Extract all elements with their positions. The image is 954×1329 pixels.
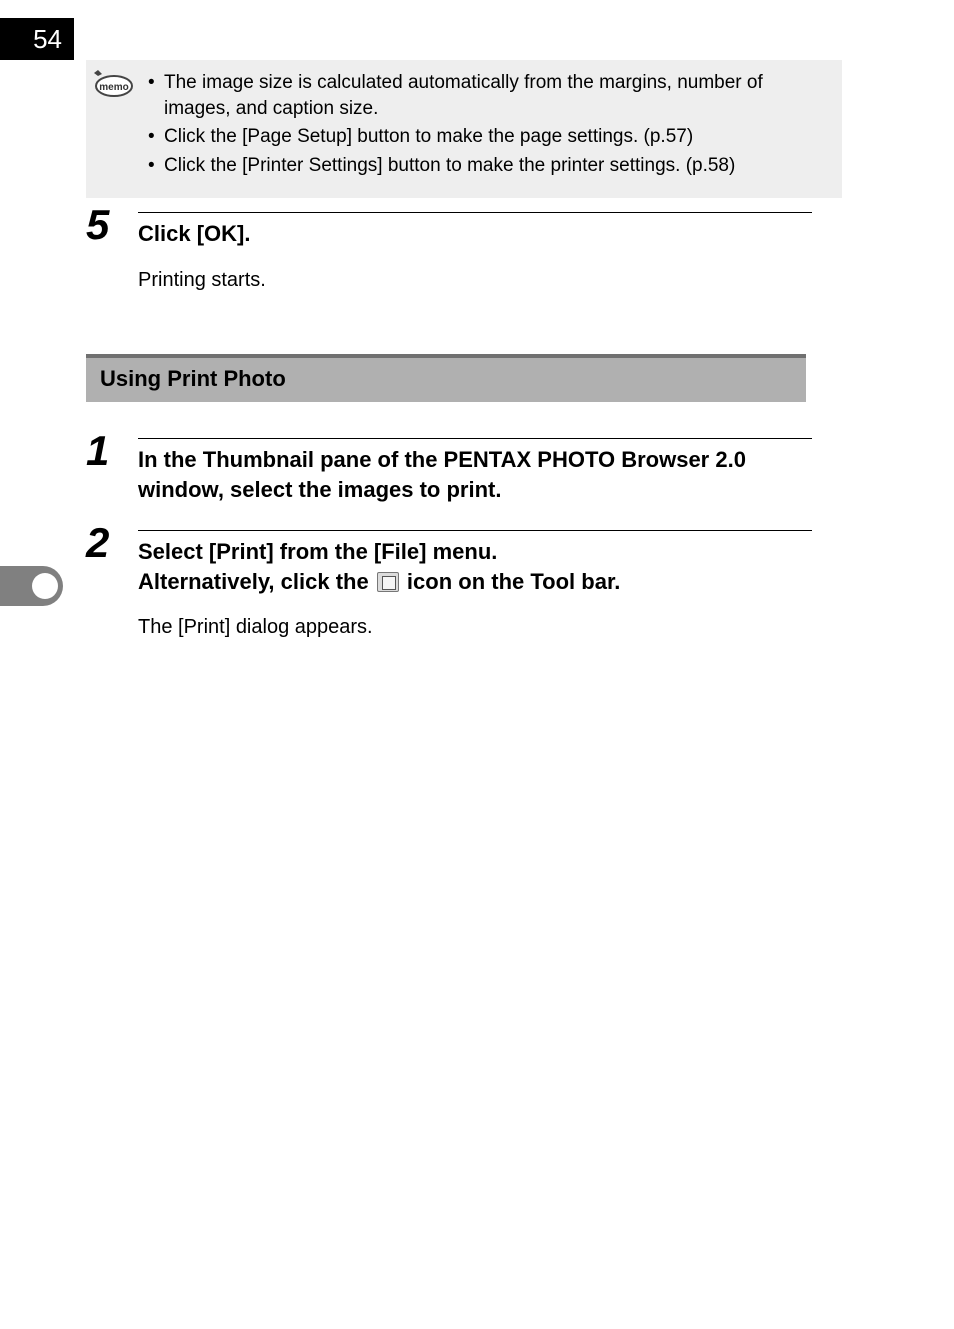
memo-box: memo The image size is calculated automa… bbox=[86, 60, 842, 198]
step-body: Printing starts. bbox=[138, 267, 812, 294]
step-2: 2 Select [Print] from the [File] menu. A… bbox=[86, 530, 812, 641]
step-heading: Click [OK]. bbox=[138, 219, 812, 249]
step-rule bbox=[138, 438, 812, 439]
step-body: The [Print] dialog appears. bbox=[138, 614, 812, 641]
step-rule bbox=[138, 212, 812, 213]
step-heading: Select [Print] from the [File] menu. Alt… bbox=[138, 537, 812, 596]
step-5: 5 Click [OK]. Printing starts. bbox=[86, 212, 812, 294]
memo-list: The image size is calculated automatical… bbox=[148, 70, 828, 179]
print-icon bbox=[377, 572, 399, 592]
section-heading: Using Print Photo bbox=[86, 354, 806, 402]
step-head-line2b: icon on the Tool bar. bbox=[401, 569, 621, 594]
memo-item: The image size is calculated automatical… bbox=[148, 70, 828, 121]
step-number: 2 bbox=[86, 522, 109, 564]
step-head-line1: Select [Print] from the [File] menu. bbox=[138, 539, 497, 564]
step-number: 5 bbox=[86, 204, 109, 246]
side-tab bbox=[0, 566, 63, 606]
memo-text: The image size is calculated automatical… bbox=[164, 72, 763, 119]
page-number: 54 bbox=[33, 24, 62, 55]
memo-text: Click the [Printer Settings] button to m… bbox=[164, 155, 735, 176]
step-number: 1 bbox=[86, 430, 109, 472]
memo-item: Click the [Page Setup] button to make th… bbox=[148, 124, 828, 150]
section-title: Using Print Photo bbox=[100, 366, 286, 391]
memo-item: Click the [Printer Settings] button to m… bbox=[148, 153, 828, 179]
manual-page: 54 memo The image size is calculated aut… bbox=[0, 0, 954, 1329]
side-tab-circle-icon bbox=[32, 573, 58, 599]
memo-text: Click the [Page Setup] button to make th… bbox=[164, 126, 693, 147]
step-head-line2a: Alternatively, click the bbox=[138, 569, 375, 594]
memo-icon: memo bbox=[88, 70, 136, 98]
step-1: 1 In the Thumbnail pane of the PENTAX PH… bbox=[86, 438, 812, 504]
step-heading: In the Thumbnail pane of the PENTAX PHOT… bbox=[138, 445, 812, 504]
page-number-tab: 54 bbox=[0, 18, 74, 60]
step-rule bbox=[138, 530, 812, 531]
svg-text:memo: memo bbox=[99, 82, 128, 93]
